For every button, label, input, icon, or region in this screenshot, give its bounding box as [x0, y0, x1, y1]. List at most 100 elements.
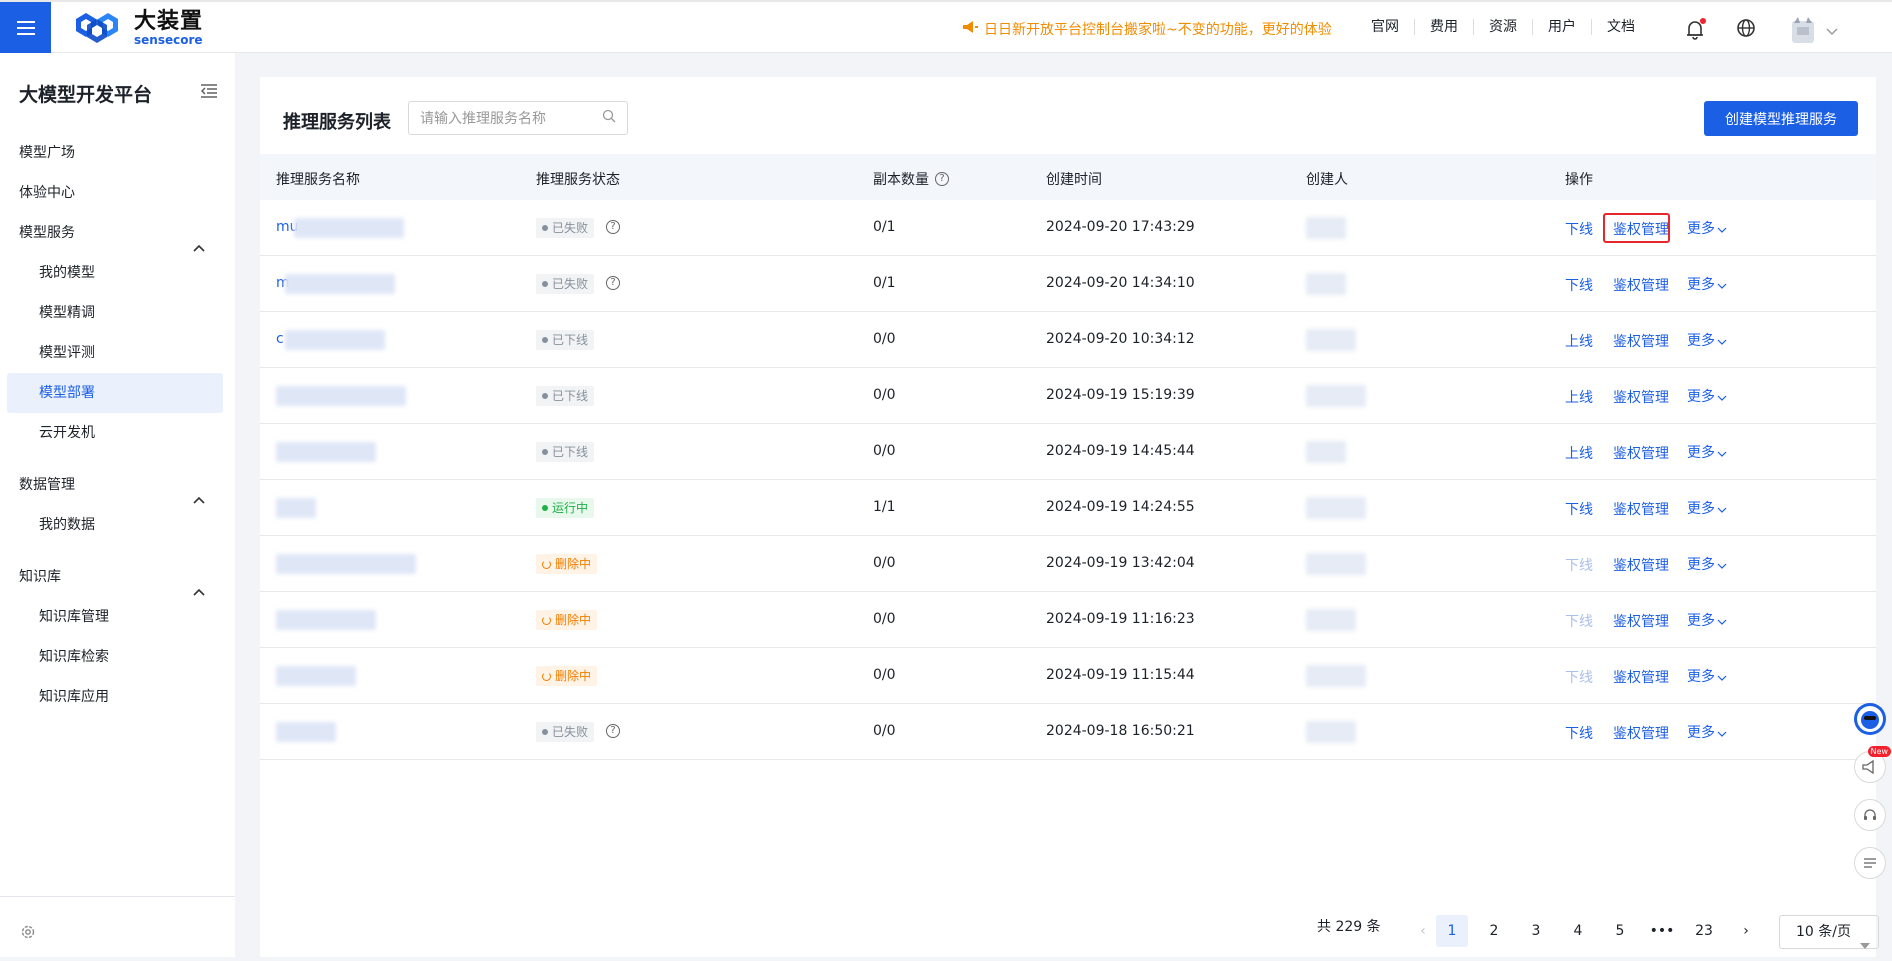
- help-icon[interactable]: ?: [606, 724, 620, 738]
- sensecore-logo-icon: [68, 11, 128, 45]
- announcement-icon[interactable]: New: [1854, 746, 1891, 783]
- auth-management-button[interactable]: 鉴权管理: [1613, 555, 1669, 575]
- status-text: 已失败: [552, 725, 589, 739]
- more-dropdown[interactable]: 更多: [1687, 666, 1727, 686]
- offline-button[interactable]: 下线: [1565, 667, 1593, 687]
- page-2[interactable]: 2: [1478, 915, 1510, 947]
- avatar[interactable]: [1788, 15, 1838, 45]
- online-button[interactable]: 上线: [1565, 443, 1593, 463]
- page-size-select[interactable]: 10 条/页: [1779, 915, 1879, 949]
- link-official-site[interactable]: 官网: [1356, 19, 1415, 35]
- auth-management-button[interactable]: 鉴权管理: [1613, 611, 1669, 631]
- auth-management-button[interactable]: 鉴权管理: [1613, 723, 1669, 743]
- chevron-down-icon: [1717, 613, 1727, 629]
- bell-icon[interactable]: [1686, 18, 1706, 40]
- status-badge: 已失败: [536, 722, 595, 742]
- auth-management-button[interactable]: 鉴权管理: [1613, 667, 1669, 687]
- status-badge: 已失败: [536, 218, 595, 238]
- headset-icon[interactable]: [1854, 799, 1886, 831]
- auth-management-button[interactable]: 鉴权管理: [1613, 499, 1669, 519]
- auth-management-button[interactable]: 鉴权管理: [1613, 331, 1669, 351]
- online-button[interactable]: 上线: [1565, 387, 1593, 407]
- more-label: 更多: [1687, 557, 1715, 573]
- sidebar-item-evaluation[interactable]: 模型评测: [0, 333, 235, 373]
- sidebar-item-deployment[interactable]: 模型部署: [7, 373, 223, 413]
- help-icon[interactable]: ?: [935, 172, 949, 186]
- sidebar-group-knowledge-base[interactable]: 知识库: [0, 557, 235, 597]
- page-5[interactable]: 5: [1604, 915, 1636, 947]
- status-text: 已失败: [552, 221, 589, 235]
- offline-button[interactable]: 下线: [1565, 275, 1593, 295]
- offline-button[interactable]: 下线: [1565, 611, 1593, 631]
- more-dropdown[interactable]: 更多: [1687, 218, 1727, 238]
- redacted-name: [285, 274, 395, 294]
- link-users[interactable]: 用户: [1533, 19, 1592, 35]
- sidebar-item-kb-management[interactable]: 知识库管理: [0, 597, 235, 637]
- more-dropdown[interactable]: 更多: [1687, 722, 1727, 742]
- sidebar-item-kb-search[interactable]: 知识库检索: [0, 637, 235, 677]
- notice-banner[interactable]: 日日新开放平台控制台搬家啦~不变的功能，更好的体验: [962, 19, 1332, 39]
- menu-icon[interactable]: [0, 2, 51, 53]
- sidebar-group-model-service[interactable]: 模型服务: [0, 213, 235, 253]
- service-name-link[interactable]: c: [276, 331, 284, 347]
- sidebar-group-label: 数据管理: [19, 477, 75, 493]
- offline-button[interactable]: 下线: [1565, 219, 1593, 239]
- more-dropdown[interactable]: 更多: [1687, 610, 1727, 630]
- logo[interactable]: 大装置 sensecore: [68, 10, 203, 46]
- sidebar-item-my-data[interactable]: 我的数据: [0, 505, 235, 545]
- link-billing[interactable]: 费用: [1415, 19, 1474, 35]
- link-docs[interactable]: 文档: [1592, 19, 1650, 35]
- page-title: 推理服务列表: [283, 112, 391, 133]
- more-dropdown[interactable]: 更多: [1687, 498, 1727, 518]
- gear-icon[interactable]: [20, 924, 36, 944]
- search-icon[interactable]: [602, 109, 616, 127]
- online-button[interactable]: 上线: [1565, 331, 1593, 351]
- assistant-avatar-icon[interactable]: [1854, 703, 1886, 735]
- status-text: 已下线: [552, 389, 589, 403]
- auth-management-button[interactable]: 鉴权管理: [1613, 275, 1669, 295]
- search-input[interactable]: 请输入推理服务名称: [408, 101, 628, 135]
- page-1[interactable]: 1: [1436, 915, 1468, 947]
- sidebar-item-my-models[interactable]: 我的模型: [0, 253, 235, 293]
- status-badge: 已失败: [536, 274, 595, 294]
- globe-icon[interactable]: [1736, 18, 1756, 42]
- offline-button[interactable]: 下线: [1565, 723, 1593, 743]
- column-header-replicas: 副本数量 ?: [873, 169, 949, 189]
- page-3[interactable]: 3: [1520, 915, 1552, 947]
- help-icon[interactable]: ?: [606, 220, 620, 234]
- offline-button[interactable]: 下线: [1565, 555, 1593, 575]
- sidebar-item-model-square[interactable]: 模型广场: [0, 133, 235, 173]
- page-ellipsis[interactable]: •••: [1646, 915, 1678, 947]
- table-row: 删除中 0/0 2024-09-19 11:15:44 下线 鉴权管理 更多: [260, 648, 1876, 704]
- collapse-sidebar-icon[interactable]: [200, 83, 218, 103]
- status-badge: 已下线: [536, 330, 595, 350]
- more-dropdown[interactable]: 更多: [1687, 554, 1727, 574]
- sidebar-item-cloud-dev[interactable]: 云开发机: [0, 413, 235, 453]
- more-dropdown[interactable]: 更多: [1687, 442, 1727, 462]
- created-time: 2024-09-18 16:50:21: [1046, 723, 1195, 739]
- sidebar-item-kb-apps[interactable]: 知识库应用: [0, 677, 235, 717]
- highlight-box: [1603, 213, 1670, 243]
- created-time: 2024-09-19 11:15:44: [1046, 667, 1195, 683]
- chevron-right-icon[interactable]: ›: [1730, 915, 1762, 947]
- auth-management-button[interactable]: 鉴权管理: [1613, 443, 1669, 463]
- more-dropdown[interactable]: 更多: [1687, 330, 1727, 350]
- chevron-left-icon[interactable]: ‹: [1407, 915, 1439, 947]
- redacted-creator: [1306, 273, 1346, 295]
- link-resources[interactable]: 资源: [1474, 19, 1533, 35]
- auth-management-button[interactable]: 鉴权管理: [1613, 387, 1669, 407]
- sidebar-item-fine-tune[interactable]: 模型精调: [0, 293, 235, 333]
- help-icon[interactable]: ?: [606, 276, 620, 290]
- offline-button[interactable]: 下线: [1565, 499, 1593, 519]
- new-badge: New: [1867, 746, 1891, 757]
- created-time: 2024-09-19 14:24:55: [1046, 499, 1195, 515]
- page-4[interactable]: 4: [1562, 915, 1594, 947]
- sidebar-item-experience-center[interactable]: 体验中心: [0, 173, 235, 213]
- page-23[interactable]: 23: [1688, 915, 1720, 947]
- more-dropdown[interactable]: 更多: [1687, 274, 1727, 294]
- collapse-list-icon[interactable]: [1854, 847, 1886, 879]
- create-inference-service-button[interactable]: 创建模型推理服务: [1704, 101, 1858, 136]
- column-header-creator: 创建人: [1306, 172, 1348, 188]
- sidebar-group-data-management[interactable]: 数据管理: [0, 465, 235, 505]
- more-dropdown[interactable]: 更多: [1687, 386, 1727, 406]
